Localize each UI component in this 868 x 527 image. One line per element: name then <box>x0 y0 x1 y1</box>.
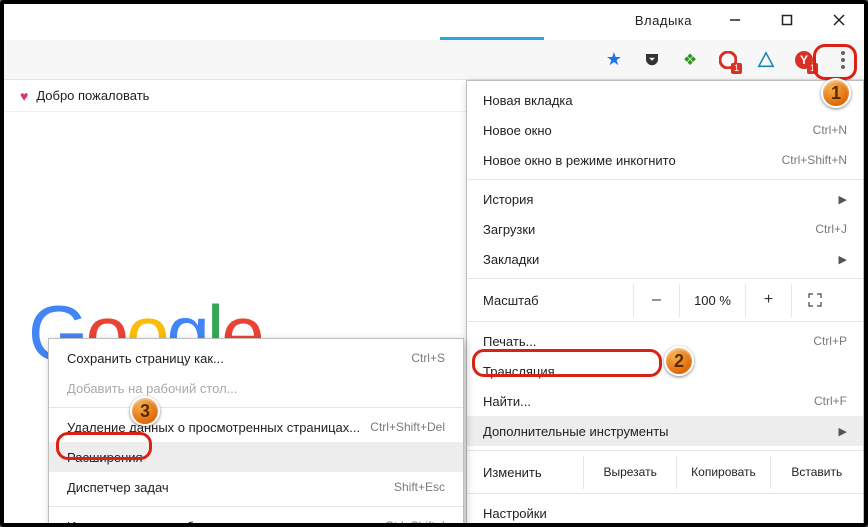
submenu-save-page-as[interactable]: Сохранить страницу как...Ctrl+S <box>49 343 463 373</box>
submenu-clear-browsing-data[interactable]: Удаление данных о просмотренных страница… <box>49 412 463 442</box>
menu-new-tab[interactable]: Новая вкладка <box>467 85 863 115</box>
menu-print[interactable]: Печать...Ctrl+P <box>467 326 863 356</box>
bookmark-star-icon[interactable]: ★ <box>604 50 624 70</box>
menu-bookmarks[interactable]: Закладки▶ <box>467 244 863 274</box>
profile-name[interactable]: Владыка <box>635 13 692 28</box>
bookmark-favicon-icon: ♥ <box>20 88 28 104</box>
extension-badge: 1 <box>731 63 742 74</box>
menu-history[interactable]: История▶ <box>467 184 863 214</box>
menu-downloads[interactable]: ЗагрузкиCtrl+J <box>467 214 863 244</box>
menu-separator <box>467 179 863 180</box>
menu-zoom-row: Масштаб – 100 % + <box>467 283 863 317</box>
fullscreen-button[interactable] <box>791 284 837 317</box>
menu-edit-row: Изменить Вырезать Копировать Вставить <box>467 455 863 489</box>
window-titlebar: Владыка <box>4 4 864 36</box>
browser-toolbar: ★ ❖ 1 Y 1 <box>4 40 864 80</box>
menu-button[interactable] <box>832 47 854 73</box>
zoom-label: Масштаб <box>483 293 633 308</box>
close-button[interactable] <box>820 7 858 33</box>
cut-button[interactable]: Вырезать <box>583 456 676 489</box>
more-tools-submenu: Сохранить страницу как...Ctrl+S Добавить… <box>48 338 464 527</box>
pocket-extension-icon[interactable] <box>642 50 662 70</box>
zoom-in-button[interactable]: + <box>745 284 791 317</box>
menu-more-tools[interactable]: Дополнительные инструменты▶ <box>467 416 863 446</box>
menu-new-window[interactable]: Новое окноCtrl+N <box>467 115 863 145</box>
minimize-button[interactable] <box>716 7 754 33</box>
menu-separator <box>49 506 463 507</box>
menu-find[interactable]: Найти...Ctrl+F <box>467 386 863 416</box>
triangle-extension-icon[interactable] <box>756 50 776 70</box>
menu-cast[interactable]: Трансляция... <box>467 356 863 386</box>
menu-separator <box>467 493 863 494</box>
extension-badge: 1 <box>807 63 818 74</box>
edit-label: Изменить <box>483 465 583 480</box>
submenu-add-to-desktop: Добавить на рабочий стол... <box>49 373 463 403</box>
yandex-extension-icon[interactable]: Y 1 <box>794 50 814 70</box>
submenu-task-manager[interactable]: Диспетчер задачShift+Esc <box>49 472 463 502</box>
menu-separator <box>467 278 863 279</box>
submenu-extensions[interactable]: Расширения <box>49 442 463 472</box>
maximize-button[interactable] <box>768 7 806 33</box>
bookmark-item[interactable]: Добро пожаловать <box>36 88 149 103</box>
zoom-value: 100 % <box>679 284 745 317</box>
menu-separator <box>467 321 863 322</box>
menu-separator <box>467 450 863 451</box>
evernote-extension-icon[interactable]: ❖ <box>680 50 700 70</box>
copy-button[interactable]: Копировать <box>676 456 769 489</box>
menu-separator <box>49 407 463 408</box>
opera-extension-icon[interactable]: 1 <box>718 50 738 70</box>
submenu-developer-tools[interactable]: Инструменты разработчикаCtrl+Shift+I <box>49 511 463 527</box>
main-menu: Новая вкладка Новое окноCtrl+N Новое окн… <box>466 80 864 527</box>
menu-settings[interactable]: Настройки <box>467 498 863 527</box>
menu-incognito[interactable]: Новое окно в режиме инкогнитоCtrl+Shift+… <box>467 145 863 175</box>
paste-button[interactable]: Вставить <box>770 456 863 489</box>
zoom-out-button[interactable]: – <box>633 284 679 317</box>
